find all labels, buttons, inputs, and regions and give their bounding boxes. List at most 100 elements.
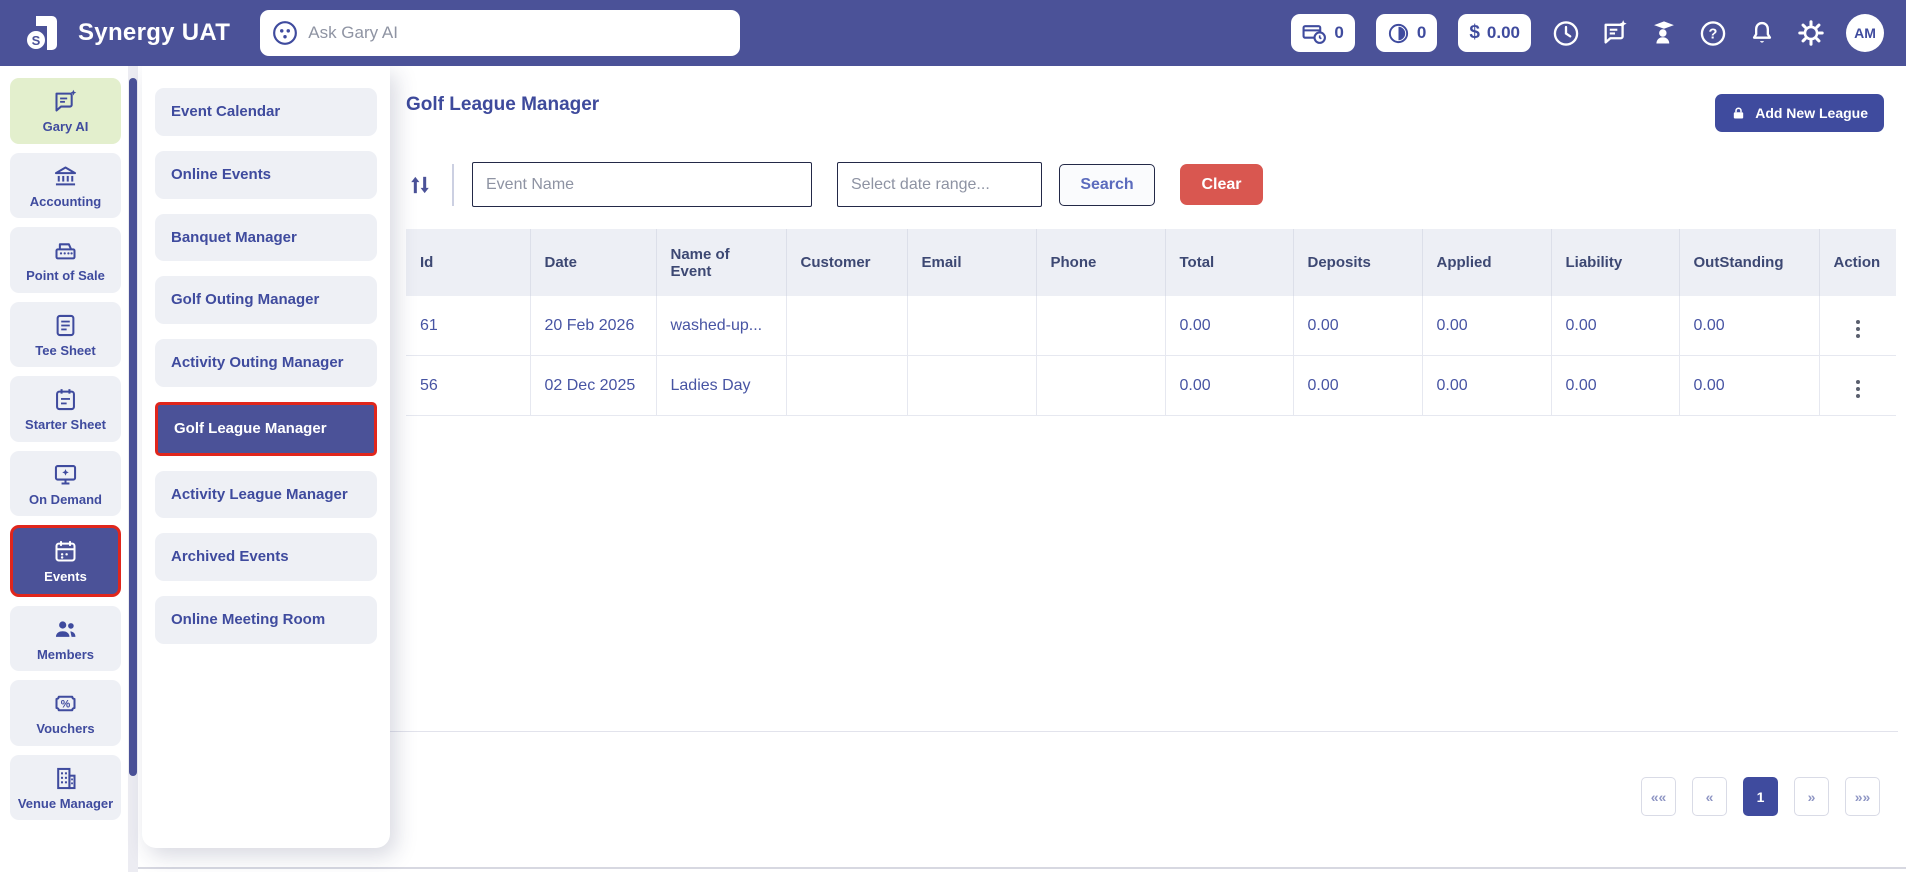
cell-total: 0.00: [1165, 355, 1294, 416]
sidebar-item-on-demand[interactable]: On Demand: [10, 450, 121, 517]
user-avatar[interactable]: AM: [1846, 14, 1884, 52]
sidebar-scrollbar-track[interactable]: [128, 66, 138, 872]
submenu-item-online-meeting-room[interactable]: Online Meeting Room: [155, 596, 377, 644]
cell-applied: 0.00: [1422, 355, 1552, 416]
cell-phone: [1036, 355, 1166, 416]
sidebar-item-label: Vouchers: [36, 721, 95, 737]
bottom-divider: [0, 867, 1906, 869]
submenu-item-golf-league-manager[interactable]: Golf League Manager: [155, 401, 377, 456]
help-icon[interactable]: ?: [1699, 19, 1727, 47]
filter-row: Search Clear: [406, 162, 1896, 207]
column-header-deposits: Deposits: [1293, 229, 1423, 296]
timer-badge[interactable]: 0: [1375, 14, 1438, 52]
event-name-input[interactable]: [472, 162, 812, 207]
sidebar-item-vouchers[interactable]: % Vouchers: [10, 680, 121, 746]
sidebar-item-label: Point of Sale: [26, 268, 105, 284]
filter-divider: [452, 163, 454, 206]
primary-sidebar: Gary AI Accounting Point of Sale Tee She: [0, 66, 128, 872]
submenu-item-golf-outing-manager[interactable]: Golf Outing Manager: [155, 276, 377, 324]
add-new-league-button[interactable]: Add New League: [1715, 94, 1884, 132]
table-header-row: Id Date Name of Event Customer Email Pho…: [406, 229, 1896, 296]
cell-deposits: 0.00: [1293, 296, 1423, 356]
sidebar-item-label: Gary AI: [42, 119, 89, 134]
column-header-email: Email: [907, 229, 1037, 296]
table-row: 56 02 Dec 2025 Ladies Day 0.00 0.00 0.00…: [406, 355, 1896, 416]
notifications-bell-icon[interactable]: [1748, 19, 1776, 47]
submenu-item-banquet-manager[interactable]: Banquet Manager: [155, 213, 377, 262]
svg-text:%: %: [61, 699, 71, 711]
gary-ai-icon: [273, 21, 298, 45]
swap-icon[interactable]: [406, 171, 434, 199]
gary-ai-input[interactable]: [308, 23, 729, 43]
cell-email: [907, 355, 1037, 416]
page-title: Golf League Manager: [406, 94, 600, 115]
cash-register-icon: [55, 243, 76, 260]
svg-text:?: ?: [1709, 26, 1718, 42]
submenu-item-online-events[interactable]: Online Events: [155, 150, 377, 199]
people-icon: [55, 621, 76, 637]
balance-badge[interactable]: $ 0.00: [1458, 14, 1531, 52]
footer-divider: [390, 731, 1898, 732]
sidebar-item-venue-manager[interactable]: Venue Manager: [10, 754, 121, 821]
cell-name: Ladies Day: [656, 355, 787, 416]
clear-button[interactable]: Clear: [1180, 164, 1263, 205]
cell-total: 0.00: [1165, 296, 1294, 356]
sidebar-item-starter-sheet[interactable]: Starter Sheet: [10, 376, 121, 442]
top-navbar: S Synergy UAT 0 0: [0, 0, 1906, 66]
column-header-outstanding: OutStanding: [1679, 229, 1820, 296]
lock-icon: [1734, 106, 1744, 118]
pagination-page-1-button[interactable]: 1: [1743, 777, 1778, 816]
whats-new-icon[interactable]: [1601, 19, 1629, 47]
app-title: Synergy UAT: [78, 19, 231, 46]
pagination-prev-button[interactable]: «: [1692, 777, 1727, 816]
clock-icon[interactable]: [1552, 19, 1580, 47]
half-circle-icon: [1388, 23, 1408, 43]
cell-email: [907, 296, 1037, 356]
sidebar-item-label: Events: [44, 569, 87, 585]
column-header-name-of-event: Name of Event: [656, 229, 787, 296]
sidebar-item-label: Tee Sheet: [35, 342, 96, 358]
sidebar-item-label: Members: [36, 646, 95, 662]
pagination: «« « 1 » »»: [1641, 777, 1880, 816]
balance-amount: 0.00: [1486, 23, 1520, 42]
submenu-item-event-calendar[interactable]: Event Calendar: [155, 88, 377, 136]
search-button[interactable]: Search: [1059, 163, 1155, 206]
pagination-next-button[interactable]: »: [1794, 777, 1829, 816]
sidebar-item-members[interactable]: Members: [10, 605, 121, 672]
pending-orders-badge[interactable]: 0: [1291, 14, 1355, 52]
pagination-first-button[interactable]: ««: [1641, 777, 1676, 816]
chat-sparkle-icon: [55, 89, 77, 112]
row-actions-menu-icon[interactable]: [1850, 318, 1866, 340]
submenu-item-archived-events[interactable]: Archived Events: [155, 533, 377, 581]
add-new-league-label: Add New League: [1755, 105, 1868, 121]
sidebar-scrollbar-thumb[interactable]: [129, 78, 137, 776]
pagination-last-button[interactable]: »»: [1845, 777, 1880, 816]
sidebar-item-accounting[interactable]: Accounting: [10, 152, 121, 219]
sidebar-item-gary-ai[interactable]: Gary AI: [10, 78, 121, 144]
training-icon[interactable]: [1650, 19, 1678, 47]
cell-date: 20 Feb 2026: [530, 296, 657, 356]
monitor-sparkle-icon: [54, 464, 77, 485]
column-header-action: Action: [1819, 229, 1896, 296]
cell-liability: 0.00: [1551, 296, 1680, 356]
date-range-input[interactable]: [837, 162, 1042, 207]
synergy-logo-icon: S: [25, 16, 57, 51]
cell-phone: [1036, 296, 1166, 356]
voucher-icon: %: [55, 696, 76, 712]
sidebar-item-tee-sheet[interactable]: Tee Sheet: [10, 301, 121, 368]
bank-icon: [54, 166, 77, 185]
sidebar-item-label: Starter Sheet: [25, 417, 106, 433]
submenu-item-activity-league-manager[interactable]: Activity League Manager: [155, 470, 377, 519]
submenu-item-activity-outing-manager[interactable]: Activity Outing Manager: [155, 339, 377, 387]
settings-gear-icon[interactable]: [1797, 19, 1825, 47]
sidebar-item-events[interactable]: Events: [10, 525, 121, 597]
sidebar-item-label: Venue Manager: [17, 795, 114, 811]
leagues-table: Id Date Name of Event Customer Email Pho…: [406, 229, 1896, 416]
row-actions-menu-icon[interactable]: [1850, 378, 1866, 400]
cell-date: 02 Dec 2025: [530, 355, 657, 416]
sidebar-item-point-of-sale[interactable]: Point of Sale: [10, 227, 121, 293]
svg-text:S: S: [32, 33, 41, 48]
document-icon: [56, 314, 75, 336]
card-clock-icon: [1302, 24, 1327, 44]
gary-ai-search[interactable]: [260, 10, 741, 56]
